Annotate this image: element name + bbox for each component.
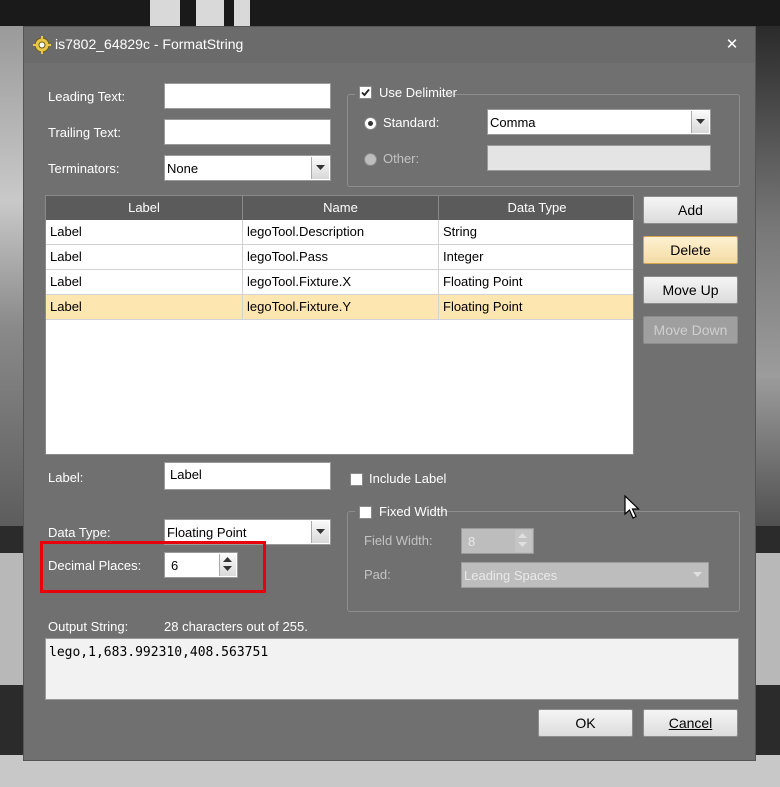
background-top [0,0,780,26]
cell-name: legoTool.Description [243,220,439,244]
app-gear-icon [33,36,51,54]
cell-data-type: Integer [443,249,484,264]
close-icon: ✕ [725,36,739,53]
table-row[interactable]: Label legoTool.Description String [46,220,633,245]
other-delimiter-input[interactable] [487,145,711,171]
use-delimiter-label: Use Delimiter [379,85,458,100]
chevron-down-icon [696,119,705,124]
spinner-buttons[interactable] [515,530,532,552]
background-block [196,0,224,26]
background-block [150,0,180,26]
mouse-cursor-icon [624,495,640,519]
use-delimiter-legend: Use Delimiter [355,84,457,102]
table-row[interactable]: Label legoTool.Pass Integer [46,245,633,270]
standard-label: Standard: [383,115,440,130]
pad-label: Pad: [364,567,391,582]
column-header-name[interactable]: Name [243,196,439,220]
output-char-count: 28 characters out of 255. [164,619,308,634]
background-right [756,26,780,526]
leading-text-input[interactable] [164,83,331,109]
leading-text-label: Leading Text: [48,89,126,104]
cancel-button[interactable]: Cancel [643,709,738,737]
close-button[interactable]: ✕ [720,33,744,57]
format-string-dialog: is7802_64829c - FormatString ✕ Leading T… [23,26,756,761]
pad-value: Leading Spaces [464,568,558,583]
field-width-value: 8 [468,534,476,549]
cell-data-type: Floating Point [443,299,523,314]
ok-button[interactable]: OK [538,709,633,737]
dropdown-arrow[interactable] [311,157,329,179]
item-label-label: Label: [48,470,84,485]
output-string-box[interactable]: lego,1,683.992310,408.563751 [45,638,739,700]
delete-button[interactable]: Delete [643,236,738,264]
move-down-button[interactable]: Move Down [643,316,738,344]
move-up-button[interactable]: Move Up [643,276,738,304]
cell-name: legoTool.Pass [243,245,439,269]
terminators-value: None [167,161,199,176]
background-block [234,0,250,26]
fixed-width-legend: Fixed Width [355,503,448,521]
cell-label: Label [46,245,243,269]
spinner-arrows-icon [518,533,527,547]
delimiter-group [347,94,740,187]
terminators-dropdown[interactable]: None [164,155,331,181]
decimal-places-highlight-box [40,541,266,593]
table-header: Label Name Data Type [46,196,633,220]
fields-table: Label Name Data Type Label legoTool.Desc… [45,195,634,455]
item-label-input[interactable]: Label [164,462,331,490]
cell-data-type: Floating Point [443,274,523,289]
column-header-data-type[interactable]: Data Type [439,196,633,220]
dropdown-arrow[interactable] [691,111,709,133]
output-string-label: Output String: [48,619,129,634]
trailing-text-label: Trailing Text: [48,125,121,140]
use-delimiter-checkbox[interactable] [359,86,372,99]
title-bar[interactable]: is7802_64829c - FormatString ✕ [24,27,755,63]
dropdown-arrow[interactable] [689,564,707,586]
fixed-width-label: Fixed Width [379,504,448,519]
include-label-label: Include Label [369,471,447,486]
checkmark-icon [361,88,370,97]
pad-dropdown[interactable]: Leading Spaces [461,562,709,588]
add-button[interactable]: Add [643,196,738,224]
trailing-text-input[interactable] [164,119,331,145]
terminators-label: Terminators: [48,161,120,176]
cell-name: legoTool.Fixture.X [243,270,439,294]
chevron-down-icon [316,529,325,534]
cell-label: Label [46,220,243,244]
standard-delimiter-value: Comma [490,115,536,130]
cell-name: legoTool.Fixture.Y [243,295,439,319]
column-header-label[interactable]: Label [46,196,243,220]
other-label: Other: [383,151,420,166]
data-type-value: Floating Point [167,525,247,540]
table-row-selected[interactable]: Label legoTool.Fixture.Y Floating Point [46,295,633,320]
table-row[interactable]: Label legoTool.Fixture.X Floating Point [46,270,633,295]
include-label-checkbox[interactable] [350,473,363,486]
field-width-label: Field Width: [364,533,433,548]
fixed-width-checkbox[interactable] [359,506,372,519]
cell-label: Label [46,270,243,294]
dropdown-arrow[interactable] [311,521,329,543]
data-type-label: Data Type: [48,525,111,540]
field-width-spinner[interactable]: 8 [461,528,534,554]
background-left [0,26,24,526]
chevron-down-icon [693,572,702,577]
standard-delimiter-dropdown[interactable]: Comma [487,109,711,135]
cell-label: Label [46,295,243,319]
window-title: is7802_64829c - FormatString [55,36,244,52]
standard-radio[interactable] [364,117,377,130]
other-radio[interactable] [364,153,377,166]
chevron-down-icon [316,165,325,170]
cell-data-type: String [443,224,477,239]
